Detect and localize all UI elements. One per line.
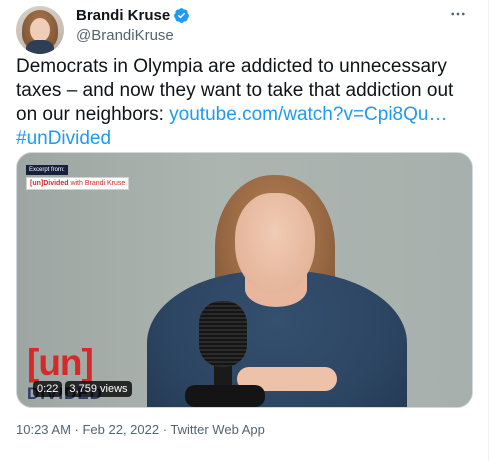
video-person-face — [235, 193, 315, 293]
un-logo: [un] — [27, 342, 94, 383]
video-player[interactable]: Excerpt from: [un]Divided with Brandi Kr… — [16, 152, 473, 408]
avatar-face — [30, 18, 50, 42]
avatar[interactable] — [16, 6, 64, 54]
show-label-suffix: with Brandi Kruse — [68, 180, 126, 187]
avatar-shoulders — [26, 40, 54, 54]
show-label-prefix: [un]Divided — [30, 180, 69, 187]
more-horizontal-icon[interactable] — [444, 2, 472, 26]
tweet-link[interactable]: youtube.com/watch?v=Cpi8Qu… — [169, 104, 447, 125]
microphone-base — [185, 385, 265, 407]
microphone — [199, 301, 247, 367]
show-label: [un]Divided with Brandi Kruse — [26, 177, 130, 190]
verified-badge-icon — [174, 8, 190, 23]
author-name[interactable]: Brandi Kruse — [76, 7, 170, 24]
tweet-text: Democrats in Olympia are addicted to unn… — [16, 55, 474, 151]
tweet-card: Brandi Kruse @BrandiKruse Democrats in O… — [0, 0, 489, 461]
video-duration: 0:22 — [33, 381, 63, 397]
tweet-timestamp[interactable]: 10:23 AM · Feb 22, 2022 · Twitter Web Ap… — [16, 422, 265, 437]
tweet-hashtag[interactable]: #unDivided — [16, 128, 111, 149]
more-dots-glyph — [451, 12, 465, 16]
author-handle[interactable]: @BrandiKruse — [76, 27, 174, 44]
video-views: 3,759 views — [65, 381, 132, 397]
excerpt-label-box: Excerpt from: [un]Divided with Brandi Kr… — [26, 158, 130, 190]
excerpt-label: Excerpt from: — [26, 165, 68, 175]
video-overlay-chips: 0:22 3,759 views — [33, 381, 132, 397]
author-name-row[interactable]: Brandi Kruse — [76, 7, 190, 24]
